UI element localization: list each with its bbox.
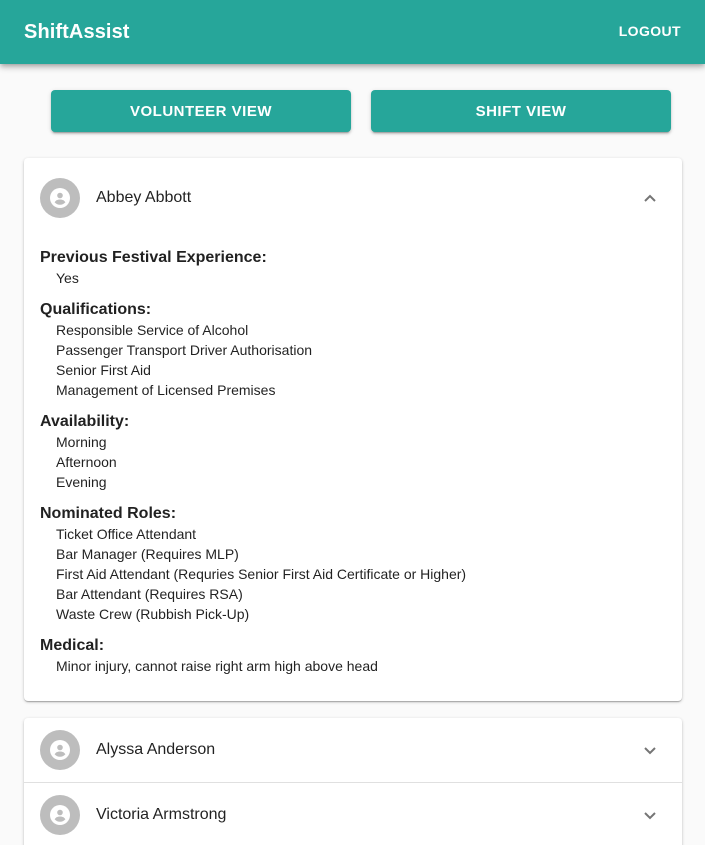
volunteer-row[interactable]: Alyssa Anderson: [24, 718, 682, 782]
volunteer-list: Alyssa Anderson Victoria Armstrong: [24, 718, 682, 845]
section-item: Morning: [56, 434, 107, 450]
section-item: Ticket Office Attendant: [56, 526, 197, 542]
section-item: Minor injury, cannot raise right arm hig…: [56, 658, 378, 674]
section-title: Medical:: [40, 637, 105, 654]
app-bar: ShiftAssist LOGOUT: [0, 0, 705, 64]
section-item: Bar Manager (Requires MLP): [56, 546, 239, 562]
section-title: Previous Festival Experience:: [40, 249, 267, 266]
volunteer-name: Abbey Abbott: [96, 189, 192, 206]
avatar: [40, 178, 80, 218]
section-item: Afternoon: [56, 454, 117, 470]
logout-button[interactable]: LOGOUT: [619, 17, 681, 45]
avatar: [40, 794, 80, 835]
section-items: Morning Afternoon Evening: [40, 432, 666, 492]
section-title: Availability:: [40, 413, 130, 430]
section-item: Waste Crew (Rubbish Pick-Up): [56, 606, 250, 622]
volunteer-panel-expanded: Abbey Abbott Previous Festival Experienc…: [24, 158, 682, 701]
avatar: [40, 730, 80, 770]
section-item: Evening: [56, 474, 107, 490]
section-items: Ticket Office Attendant Bar Manager (Requ…: [40, 524, 666, 624]
account-circle-icon: [50, 804, 70, 825]
section-item: Responsible Service of Alcohol: [56, 322, 249, 338]
chevron-up-icon[interactable]: [638, 186, 662, 210]
section-title: Nominated Roles:: [40, 505, 177, 522]
chevron-down-icon[interactable]: [638, 803, 662, 827]
shift-view-button[interactable]: SHIFT VIEW: [371, 90, 671, 132]
section-item: Passenger Transport Driver Authorisation: [56, 342, 313, 358]
volunteer-view-button[interactable]: VOLUNTEER VIEW: [51, 90, 351, 132]
section-item: Management of Licensed Premises: [56, 382, 276, 398]
volunteer-row[interactable]: Victoria Armstrong: [24, 782, 682, 845]
app-title: ShiftAssist: [24, 20, 130, 43]
volunteer-name: Victoria Armstrong: [96, 805, 227, 823]
section-items: Responsible Service of Alcohol Passenger …: [40, 320, 666, 400]
account-circle-icon: [50, 188, 70, 208]
account-circle-icon: [50, 740, 70, 760]
section-items: Yes: [40, 268, 666, 288]
section-items: Minor injury, cannot raise right arm hig…: [40, 656, 666, 676]
section-item: First Aid Attendant (Requries Senior Fir…: [56, 566, 467, 582]
section-item: Bar Attendant (Requires RSA): [56, 586, 243, 602]
section-item: Senior First Aid: [56, 362, 151, 378]
section-item: Yes: [56, 270, 79, 286]
volunteer-details: Previous Festival Experience: Yes Qualific…: [24, 238, 682, 676]
section-title: Qualifications:: [40, 301, 152, 318]
volunteer-name: Alyssa Anderson: [96, 741, 216, 758]
volunteer-panel-header[interactable]: Abbey Abbott: [24, 158, 682, 238]
chevron-down-icon[interactable]: [638, 738, 662, 762]
